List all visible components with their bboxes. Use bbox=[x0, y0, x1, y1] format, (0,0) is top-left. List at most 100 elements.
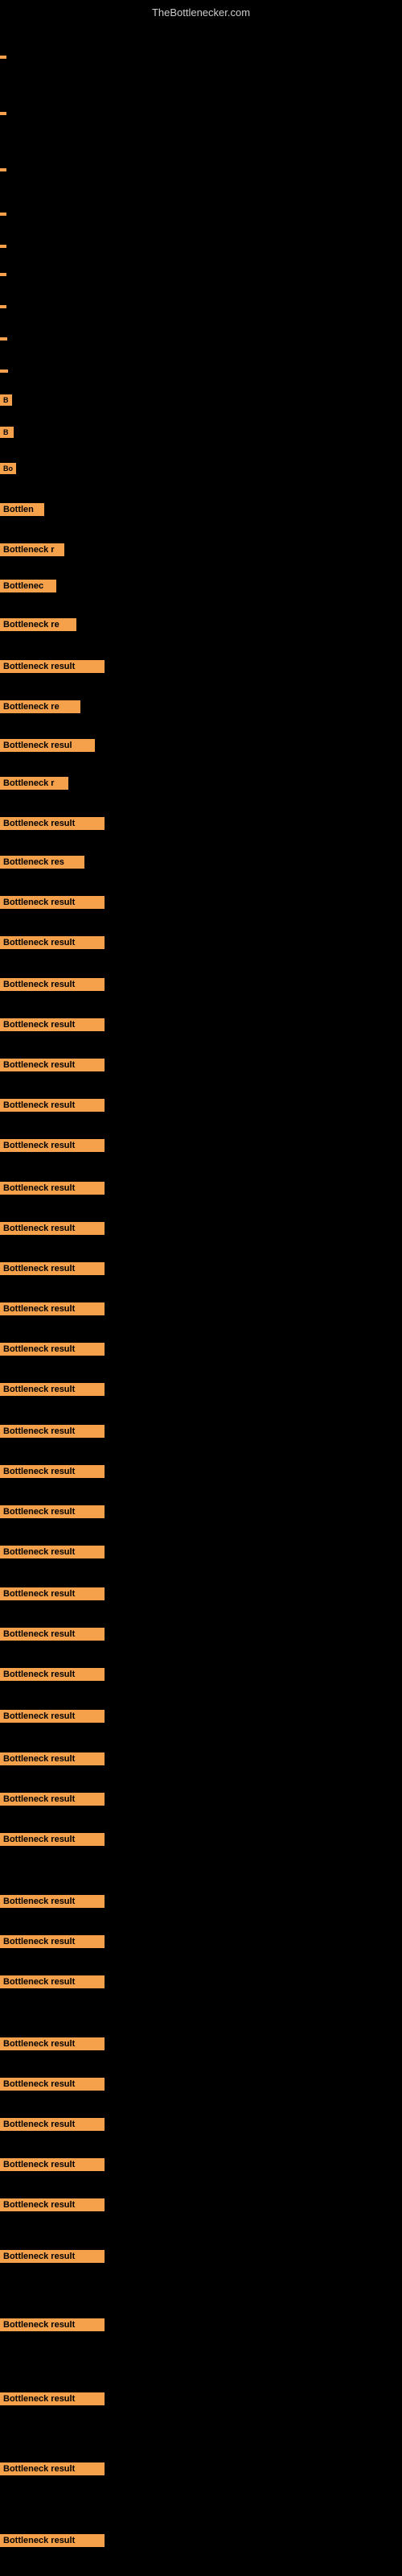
bar-label-0 bbox=[0, 56, 6, 59]
bar-label-54: Bottleneck result bbox=[0, 2250, 105, 2263]
bar-label-22: Bottleneck result bbox=[0, 896, 105, 909]
bar-label-15: Bottleneck re bbox=[0, 618, 76, 631]
bar-label-35: Bottleneck result bbox=[0, 1425, 105, 1438]
bar-label-46: Bottleneck result bbox=[0, 1895, 105, 1908]
bar-label-45: Bottleneck result bbox=[0, 1833, 105, 1846]
bar-label-43: Bottleneck result bbox=[0, 1752, 105, 1765]
bar-label-4 bbox=[0, 245, 6, 248]
bar-item-31: Bottleneck result bbox=[0, 1262, 105, 1279]
bar-label-55: Bottleneck result bbox=[0, 2318, 105, 2331]
bar-item-54: Bottleneck result bbox=[0, 2250, 105, 2267]
bar-item-29: Bottleneck result bbox=[0, 1182, 105, 1199]
bar-label-16: Bottleneck result bbox=[0, 660, 105, 673]
bar-item-3 bbox=[0, 205, 6, 220]
bar-label-47: Bottleneck result bbox=[0, 1935, 105, 1948]
bar-label-48: Bottleneck result bbox=[0, 1975, 105, 1988]
bar-item-36: Bottleneck result bbox=[0, 1465, 105, 1482]
bar-item-45: Bottleneck result bbox=[0, 1833, 105, 1850]
bar-item-11: Bo bbox=[0, 463, 16, 478]
bar-label-26: Bottleneck result bbox=[0, 1059, 105, 1071]
bar-item-13: Bottleneck r bbox=[0, 543, 64, 560]
bar-label-40: Bottleneck result bbox=[0, 1628, 105, 1641]
bar-label-29: Bottleneck result bbox=[0, 1182, 105, 1195]
bar-item-32: Bottleneck result bbox=[0, 1302, 105, 1319]
bar-label-21: Bottleneck res bbox=[0, 856, 84, 869]
bar-item-56: Bottleneck result bbox=[0, 2392, 105, 2409]
bar-item-50: Bottleneck result bbox=[0, 2078, 105, 2095]
bar-label-41: Bottleneck result bbox=[0, 1668, 105, 1681]
bar-item-15: Bottleneck re bbox=[0, 618, 76, 635]
bar-item-23: Bottleneck result bbox=[0, 936, 105, 953]
bar-item-44: Bottleneck result bbox=[0, 1793, 105, 1810]
bar-item-26: Bottleneck result bbox=[0, 1059, 105, 1075]
bar-item-43: Bottleneck result bbox=[0, 1752, 105, 1769]
bar-item-51: Bottleneck result bbox=[0, 2118, 105, 2135]
bar-label-56: Bottleneck result bbox=[0, 2392, 105, 2405]
bar-item-40: Bottleneck result bbox=[0, 1628, 105, 1645]
bar-item-21: Bottleneck res bbox=[0, 856, 84, 873]
bar-label-23: Bottleneck result bbox=[0, 936, 105, 949]
bar-item-10: B bbox=[0, 427, 14, 442]
bar-label-28: Bottleneck result bbox=[0, 1139, 105, 1152]
bar-item-18: Bottleneck resul bbox=[0, 739, 95, 756]
bar-item-30: Bottleneck result bbox=[0, 1222, 105, 1239]
bar-label-13: Bottleneck r bbox=[0, 543, 64, 556]
bar-item-41: Bottleneck result bbox=[0, 1668, 105, 1685]
bar-label-19: Bottleneck r bbox=[0, 777, 68, 790]
bar-label-3 bbox=[0, 213, 6, 216]
bar-label-25: Bottleneck result bbox=[0, 1018, 105, 1031]
bar-item-47: Bottleneck result bbox=[0, 1935, 105, 1952]
bar-label-52: Bottleneck result bbox=[0, 2158, 105, 2171]
bar-item-7 bbox=[0, 330, 7, 345]
bar-item-9: B bbox=[0, 394, 12, 410]
bar-label-30: Bottleneck result bbox=[0, 1222, 105, 1235]
bar-item-24: Bottleneck result bbox=[0, 978, 105, 995]
bar-label-51: Bottleneck result bbox=[0, 2118, 105, 2131]
bar-label-31: Bottleneck result bbox=[0, 1262, 105, 1275]
bar-item-37: Bottleneck result bbox=[0, 1505, 105, 1522]
bar-label-24: Bottleneck result bbox=[0, 978, 105, 991]
bar-item-12: Bottlen bbox=[0, 503, 44, 520]
bar-label-6 bbox=[0, 305, 6, 308]
bar-item-28: Bottleneck result bbox=[0, 1139, 105, 1156]
bar-label-10: B bbox=[0, 427, 14, 438]
bar-item-57: Bottleneck result bbox=[0, 2462, 105, 2479]
bar-item-19: Bottleneck r bbox=[0, 777, 68, 794]
bar-item-52: Bottleneck result bbox=[0, 2158, 105, 2175]
bar-item-42: Bottleneck result bbox=[0, 1710, 105, 1727]
bar-label-58: Bottleneck result bbox=[0, 2534, 105, 2547]
bar-label-20: Bottleneck result bbox=[0, 817, 105, 830]
bar-label-14: Bottlenec bbox=[0, 580, 56, 592]
bar-label-2 bbox=[0, 168, 6, 171]
bar-label-39: Bottleneck result bbox=[0, 1587, 105, 1600]
bar-label-11: Bo bbox=[0, 463, 16, 474]
bar-item-16: Bottleneck result bbox=[0, 660, 105, 677]
bar-label-57: Bottleneck result bbox=[0, 2462, 105, 2475]
bar-item-2 bbox=[0, 161, 6, 175]
bar-item-48: Bottleneck result bbox=[0, 1975, 105, 1992]
bar-label-5 bbox=[0, 273, 6, 276]
bar-item-34: Bottleneck result bbox=[0, 1383, 105, 1400]
bar-label-7 bbox=[0, 337, 7, 341]
bar-label-53: Bottleneck result bbox=[0, 2198, 105, 2211]
bar-item-33: Bottleneck result bbox=[0, 1343, 105, 1360]
bar-label-18: Bottleneck resul bbox=[0, 739, 95, 752]
bar-item-25: Bottleneck result bbox=[0, 1018, 105, 1035]
bar-item-0 bbox=[0, 48, 6, 63]
bar-label-27: Bottleneck result bbox=[0, 1099, 105, 1112]
bar-label-37: Bottleneck result bbox=[0, 1505, 105, 1518]
bar-label-34: Bottleneck result bbox=[0, 1383, 105, 1396]
site-title: TheBottlenecker.com bbox=[152, 6, 250, 19]
bar-item-17: Bottleneck re bbox=[0, 700, 80, 717]
bar-label-1 bbox=[0, 112, 6, 115]
bar-label-8 bbox=[0, 369, 8, 373]
bar-item-55: Bottleneck result bbox=[0, 2318, 105, 2335]
bar-label-36: Bottleneck result bbox=[0, 1465, 105, 1478]
bar-item-6 bbox=[0, 298, 6, 312]
bar-item-39: Bottleneck result bbox=[0, 1587, 105, 1604]
bar-item-27: Bottleneck result bbox=[0, 1099, 105, 1116]
bar-item-46: Bottleneck result bbox=[0, 1895, 105, 1912]
bar-item-38: Bottleneck result bbox=[0, 1546, 105, 1563]
bar-item-35: Bottleneck result bbox=[0, 1425, 105, 1442]
bar-label-44: Bottleneck result bbox=[0, 1793, 105, 1806]
